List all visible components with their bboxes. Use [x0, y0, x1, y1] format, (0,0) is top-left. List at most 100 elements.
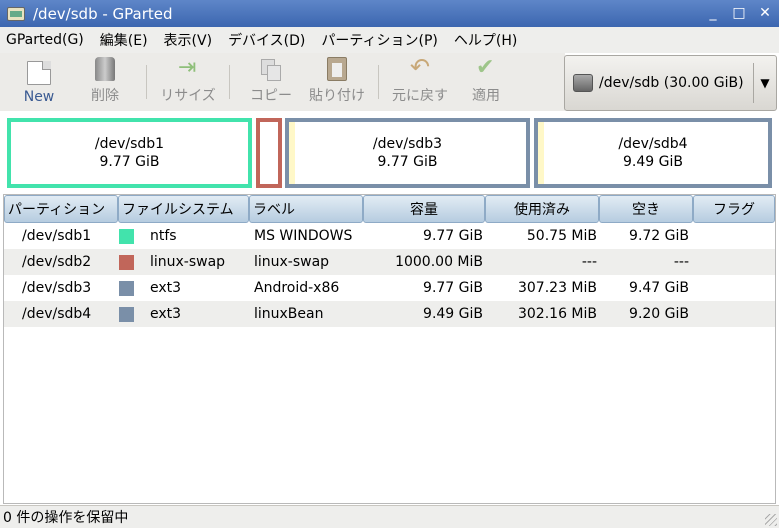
table-body: /dev/sdb1 ntfs MS WINDOWS 9.77 GiB 50.75… — [4, 223, 775, 327]
table-row[interactable]: /dev/sdb1 ntfs MS WINDOWS 9.77 GiB 50.75… — [4, 223, 775, 249]
menu-view[interactable]: 表示(V) — [164, 30, 213, 50]
diskmap-partition-size: 9.49 GiB — [623, 154, 683, 170]
toolbar-separator — [378, 65, 379, 99]
partition-name: /dev/sdb1 — [22, 228, 92, 244]
close-button[interactable]: ✕ — [757, 5, 773, 21]
paste-button[interactable]: 貼り付け — [304, 53, 370, 111]
delete-icon — [95, 57, 115, 81]
diskmap-partition-name: /dev/sdb1 — [94, 136, 165, 152]
table-row[interactable]: /dev/sdb3 ext3 Android-x86 9.77 GiB 307.… — [4, 275, 775, 301]
partition-label: Android-x86 — [254, 280, 340, 296]
partition-name: /dev/sdb4 — [22, 306, 92, 322]
partition-free: 9.20 GiB — [629, 306, 689, 322]
partition-label: linux-swap — [254, 254, 330, 270]
window-title: /dev/sdb - GParted — [33, 4, 173, 23]
partition-size: 1000.00 MiB — [395, 254, 483, 270]
resize-label: リサイズ — [160, 88, 216, 104]
resize-icon — [176, 55, 200, 81]
device-label: /dev/sdb (30.00 GiB) — [599, 75, 744, 91]
gparted-app-icon — [7, 6, 25, 21]
filesystem-color-swatch — [119, 280, 134, 296]
filesystem-color-swatch — [119, 306, 134, 322]
disk-map: /dev/sdb1 9.77 GiB /dev/sdb3 9.77 GiB /d… — [0, 113, 779, 193]
used-space-fill — [289, 122, 295, 184]
toolbar-separator — [146, 65, 147, 99]
copy-button[interactable]: コピー — [238, 53, 304, 111]
apply-label: 適用 — [472, 88, 500, 104]
column-header-partition[interactable]: パーティション — [4, 195, 118, 223]
undo-label: 元に戻す — [392, 88, 448, 104]
minimize-button[interactable]: _ — [705, 5, 721, 21]
column-header-flags[interactable]: フラグ — [693, 195, 775, 223]
column-header-used[interactable]: 使用済み — [485, 195, 599, 223]
undo-icon — [408, 53, 432, 81]
partition-label: linuxBean — [254, 306, 324, 322]
device-selector[interactable]: /dev/sdb (30.00 GiB) ▼ — [564, 55, 777, 111]
filesystem-color-swatch — [119, 254, 134, 270]
partition-used: 307.23 MiB — [517, 280, 597, 296]
delete-button[interactable]: 削除 — [72, 53, 138, 111]
diskmap-partition-name: /dev/sdb3 — [372, 136, 443, 152]
filesystem-cell: ext3 — [116, 306, 249, 322]
filesystem-name: ntfs — [150, 228, 177, 244]
apply-check-icon — [474, 55, 498, 81]
column-header-label[interactable]: ラベル — [249, 195, 363, 223]
new-button[interactable]: New — [6, 53, 72, 111]
table-row[interactable]: /dev/sdb4 ext3 linuxBean 9.49 GiB 302.16… — [4, 301, 775, 327]
filesystem-cell: ntfs — [116, 228, 249, 244]
partition-free: --- — [673, 254, 689, 270]
menu-device[interactable]: デバイス(D) — [228, 30, 305, 50]
filesystem-name: linux-swap — [150, 254, 226, 270]
table-header: パーティション ファイルシステム ラベル 容量 使用済み 空き フラグ — [4, 195, 775, 223]
toolbar: New 削除 リサイズ コピー 貼り付け 元に戻す 適用 — [0, 53, 565, 111]
partition-name: /dev/sdb3 — [22, 280, 92, 296]
new-label: New — [23, 89, 55, 105]
menu-help[interactable]: ヘルプ(H) — [454, 30, 517, 50]
resize-grip-icon[interactable] — [765, 514, 777, 526]
menu-gparted[interactable]: GParted(G) — [6, 32, 84, 48]
partition-free: 9.72 GiB — [629, 228, 689, 244]
diskmap-partition-size: 9.77 GiB — [99, 154, 160, 170]
resize-button[interactable]: リサイズ — [155, 53, 221, 111]
used-space-fill — [538, 122, 544, 184]
diskmap-partition-sdb2[interactable] — [256, 118, 282, 188]
dropdown-arrow-icon[interactable]: ▼ — [754, 76, 776, 90]
hard-disk-icon — [573, 74, 593, 92]
partition-size: 9.77 GiB — [423, 228, 483, 244]
diskmap-partition-sdb4[interactable]: /dev/sdb4 9.49 GiB — [534, 118, 772, 188]
filesystem-cell: linux-swap — [116, 254, 249, 270]
partition-name: /dev/sdb2 — [22, 254, 92, 270]
pending-operations-status: 0 件の操作を保留中 — [3, 510, 129, 526]
delete-label: 削除 — [91, 88, 119, 104]
column-header-size[interactable]: 容量 — [363, 195, 485, 223]
column-header-filesystem[interactable]: ファイルシステム — [118, 195, 249, 223]
diskmap-partition-sdb3[interactable]: /dev/sdb3 9.77 GiB — [285, 118, 530, 188]
filesystem-name: ext3 — [150, 306, 182, 322]
column-header-free[interactable]: 空き — [599, 195, 693, 223]
undo-button[interactable]: 元に戻す — [387, 53, 453, 111]
partition-size: 9.49 GiB — [423, 306, 483, 322]
copy-label: コピー — [250, 88, 292, 104]
apply-button[interactable]: 適用 — [453, 53, 519, 111]
partition-table: パーティション ファイルシステム ラベル 容量 使用済み 空き フラグ /dev… — [3, 194, 776, 504]
filesystem-color-swatch — [119, 228, 134, 244]
diskmap-partition-sdb1[interactable]: /dev/sdb1 9.77 GiB — [7, 118, 252, 188]
paste-icon — [327, 57, 347, 81]
new-document-icon — [27, 61, 51, 85]
status-bar: 0 件の操作を保留中 — [0, 505, 779, 528]
diskmap-partition-size: 9.77 GiB — [377, 154, 438, 170]
maximize-button[interactable]: □ — [731, 5, 747, 21]
partition-label: MS WINDOWS — [254, 228, 353, 244]
menu-edit[interactable]: 編集(E) — [100, 30, 148, 50]
partition-used: 302.16 MiB — [517, 306, 597, 322]
filesystem-name: ext3 — [150, 280, 182, 296]
diskmap-partition-name: /dev/sdb4 — [618, 136, 688, 152]
menu-bar: GParted(G) 編集(E) 表示(V) デバイス(D) パーティション(P… — [0, 27, 779, 53]
paste-label: 貼り付け — [309, 88, 365, 104]
partition-size: 9.77 GiB — [423, 280, 483, 296]
menu-partition[interactable]: パーティション(P) — [321, 30, 438, 50]
title-bar: /dev/sdb - GParted _ □ ✕ — [0, 0, 779, 27]
filesystem-cell: ext3 — [116, 280, 249, 296]
partition-free: 9.47 GiB — [629, 280, 689, 296]
table-row[interactable]: /dev/sdb2 linux-swap linux-swap 1000.00 … — [4, 249, 775, 275]
